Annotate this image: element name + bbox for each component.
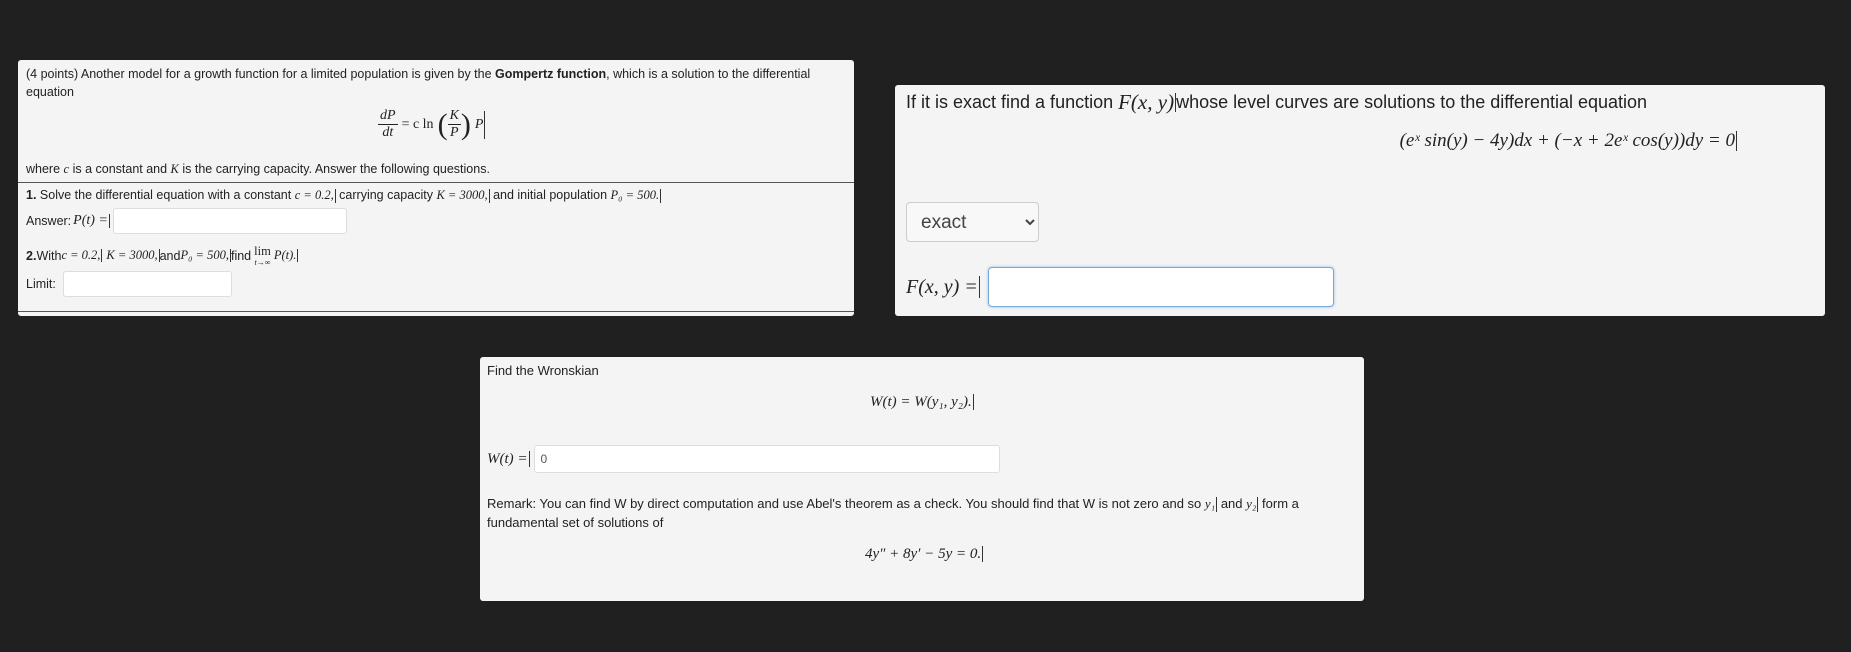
differential-equation: dP dt = c ln ( K P ) P	[378, 107, 486, 141]
question-text: and	[159, 248, 181, 263]
exact-question: If it is exact find a function F(x, y) w…	[906, 90, 1647, 115]
question-text: carrying capacity	[335, 188, 437, 202]
equation-text: W(t) = W(y₁, y₂).	[870, 394, 972, 410]
text-cursor	[108, 214, 110, 228]
where-part: where	[26, 162, 64, 176]
gompertz-problem-panel: (4 points) Another model for a growth fu…	[18, 60, 854, 316]
equation-text: 4y″ + 8y′ − 5y = 0.	[865, 546, 982, 562]
wronskian-input[interactable]	[533, 445, 1000, 473]
where-text: where c is a constant and K is the carry…	[26, 162, 490, 177]
wronskian-equation: W(t) = W(y₁, y₂).	[870, 393, 974, 411]
fraction-numerator: dP	[378, 108, 398, 125]
remark-text: Remark: You can find W by direct computa…	[487, 494, 1357, 532]
divider	[18, 182, 854, 183]
question-text: whose level curves are solutions to the …	[1176, 92, 1648, 112]
wronskian-title: Find the Wronskian	[487, 363, 599, 378]
math-c: c = 0.2,	[61, 248, 101, 262]
answer-input[interactable]	[112, 208, 347, 234]
text-cursor	[101, 248, 103, 263]
question-text: Solve the differential equation with a c…	[36, 188, 295, 202]
wronskian-panel: Find the Wronskian W(t) = W(y₁, y₂). W(t…	[480, 357, 1364, 601]
limit-label: Limit:	[26, 277, 56, 291]
text-cursor	[982, 545, 984, 563]
fraction-denominator: P	[449, 125, 459, 140]
text-cursor	[1736, 130, 1737, 152]
lim-subscript: t→∞	[254, 258, 271, 267]
ode-equation: 4y″ + 8y′ − 5y = 0.	[865, 545, 984, 563]
question-2: 2. With c = 0.2, K = 3000, and P₀ = 500, …	[26, 244, 299, 267]
k-over-p-fraction: K P	[447, 108, 461, 141]
remark-part: Remark: You can find W by direct computa…	[487, 496, 1205, 511]
limit-input[interactable]	[62, 271, 232, 297]
answer-label: Answer:	[26, 214, 72, 228]
left-paren: (	[437, 107, 448, 141]
math-p0: P₀ = 500,	[180, 248, 229, 262]
equation-text: (eˣ sin(y) − 4y)dx + (−x + 2eˣ cos(y))dy…	[1399, 130, 1735, 151]
answer-math: P(t) =	[73, 213, 108, 228]
text-cursor	[297, 248, 299, 263]
f-label: F(x, y) =	[906, 275, 978, 298]
text-cursor	[528, 450, 530, 468]
text-cursor	[972, 393, 974, 411]
question-number: 1.	[26, 188, 37, 202]
wronskian-answer-row: W(t) =	[487, 445, 1000, 473]
math-y1: y₁	[1204, 496, 1216, 511]
question-text: find	[230, 248, 252, 263]
exact-select[interactable]: exact	[906, 202, 1039, 242]
question-text: and initial population	[489, 188, 611, 202]
remark-part: and	[1217, 496, 1247, 511]
answer-row: Answer: P(t) =	[26, 208, 347, 234]
math-pt: P(t).	[273, 248, 297, 262]
intro-bold-term: Gompertz function	[495, 67, 607, 81]
w-label: W(t) =	[487, 450, 528, 467]
problem-intro: (4 points) Another model for a growth fu…	[26, 65, 846, 101]
lim-text: lim	[254, 244, 271, 258]
math-k: K = 3000,	[436, 188, 488, 202]
eq-middle: = c ln	[401, 116, 434, 132]
math-k: K = 3000,	[106, 248, 158, 262]
text-cursor	[978, 276, 980, 298]
fraction-denominator: dt	[382, 125, 394, 140]
exact-differential-equation: (eˣ sin(y) − 4y)dx + (−x + 2eˣ cos(y))dy…	[1400, 130, 1737, 152]
divider	[18, 311, 854, 312]
limit-row: Limit:	[26, 271, 232, 297]
text-cursor	[660, 188, 662, 203]
where-k: K	[170, 162, 179, 176]
math-c: c = 0.2,	[294, 188, 334, 202]
where-part: is the carrying capacity. Answer the fol…	[178, 162, 490, 176]
text-cursor	[484, 110, 486, 139]
where-part: is a constant and	[69, 162, 171, 176]
eq-tail: P	[474, 116, 484, 132]
question-text: If it is exact find a function	[906, 92, 1114, 112]
question-number: 2.	[26, 248, 37, 263]
f-input[interactable]	[987, 267, 1334, 307]
function-name: F(x, y)	[1118, 90, 1175, 114]
math-p0: P₀ = 500.	[610, 188, 660, 202]
derivative-fraction: dP dt	[378, 108, 398, 141]
fraction-numerator: K	[447, 108, 461, 125]
math-y2: y₂	[1246, 496, 1257, 511]
f-answer-row: F(x, y) =	[906, 267, 1334, 307]
right-paren: )	[460, 107, 471, 141]
limit-operator: lim t→∞	[254, 244, 271, 267]
question-text: With	[36, 248, 62, 263]
question-1: 1. Solve the differential equation with …	[26, 188, 662, 203]
exact-equation-panel: If it is exact find a function F(x, y) w…	[895, 85, 1825, 316]
intro-text: (4 points) Another model for a growth fu…	[26, 67, 496, 81]
